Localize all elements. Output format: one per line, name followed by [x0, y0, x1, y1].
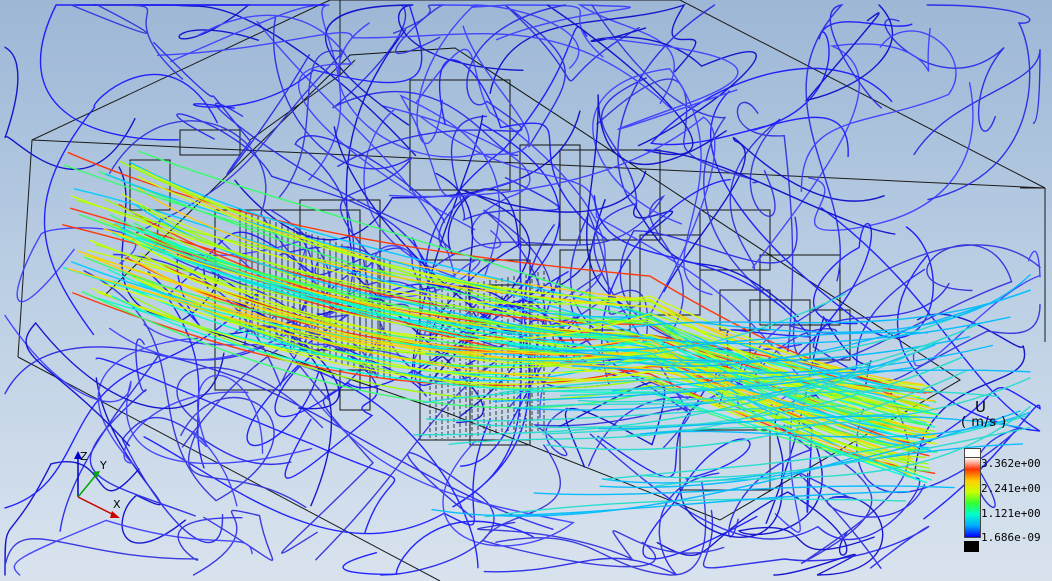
y-axis [77, 474, 97, 498]
equipment-outline [179, 129, 241, 156]
low-speed-streamline [736, 101, 794, 353]
low-speed-streamline [751, 27, 931, 269]
low-speed-streamline [25, 321, 225, 447]
low-speed-streamline [483, 472, 720, 576]
legend-tick-min: 1.686e-09 [981, 531, 1041, 544]
low-speed-streamline [663, 137, 885, 293]
low-speed-streamline [596, 78, 758, 184]
low-speed-streamline [592, 67, 713, 296]
axis-triad: Z Y X [60, 445, 130, 525]
low-speed-streamline [481, 444, 657, 568]
equipment-outline [409, 79, 511, 191]
high-speed-streamline [136, 215, 935, 432]
low-speed-streamline [812, 268, 950, 371]
low-speed-streamline [800, 30, 957, 193]
z-axis-label: Z [80, 450, 88, 463]
low-speed-streamline [39, 4, 326, 141]
legend-unit: ( m/s ) [961, 415, 1007, 430]
low-speed-streamline [93, 4, 417, 157]
legend-min-cap [964, 541, 979, 552]
low-speed-streamline [70, 4, 184, 80]
equipment-outline [559, 149, 661, 241]
low-speed-streamline [804, 4, 894, 102]
legend-title: U [975, 398, 986, 416]
y-axis-label: Y [100, 459, 107, 472]
low-speed-streamline [13, 519, 253, 576]
streamline-scene [4, 0, 1046, 581]
x-axis [77, 496, 115, 516]
low-speed-streamline [753, 244, 1041, 378]
legend-tick-1: 1.121e+00 [981, 507, 1041, 520]
low-speed-streamline [121, 416, 292, 544]
legend-tick-2: 2.241e+00 [981, 482, 1041, 495]
velocity-streamlines [4, 3, 1041, 576]
x-axis-label: X [113, 498, 121, 511]
x-arrow-icon [110, 511, 120, 518]
room-top-face [31, 0, 1046, 189]
low-speed-streamline [709, 90, 934, 339]
room-edge [17, 139, 33, 358]
velocity-legend: U ( m/s ) 3.362e+00 2.241e+00 1.121e+00 … [955, 395, 1050, 565]
low-speed-streamline [156, 31, 672, 110]
low-speed-streamline [4, 46, 136, 170]
cfd-viewport[interactable]: Z Y X U ( m/s ) 3.362e+00 2.241e+00 1.12… [0, 0, 1052, 581]
low-speed-streamline [604, 37, 739, 131]
low-speed-streamline [342, 520, 534, 576]
low-speed-streamline [926, 4, 1031, 201]
equipment-outline [719, 289, 771, 331]
low-speed-streamline [495, 480, 707, 576]
legend-color-bar [964, 457, 981, 538]
legend-tick-max: 3.362e+00 [981, 457, 1041, 470]
